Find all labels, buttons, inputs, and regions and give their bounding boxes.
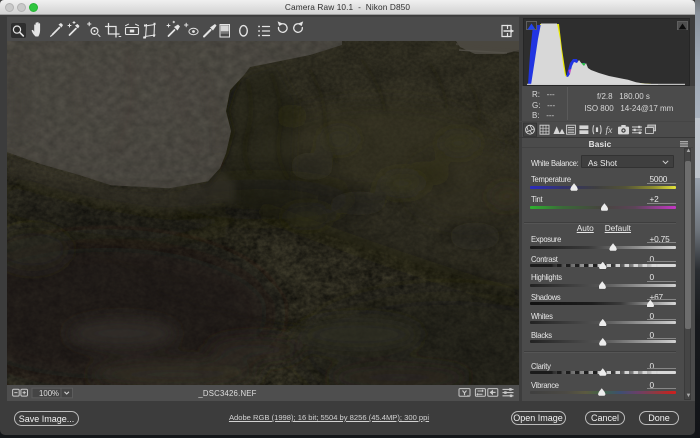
- svg-text:fx: fx: [606, 125, 614, 136]
